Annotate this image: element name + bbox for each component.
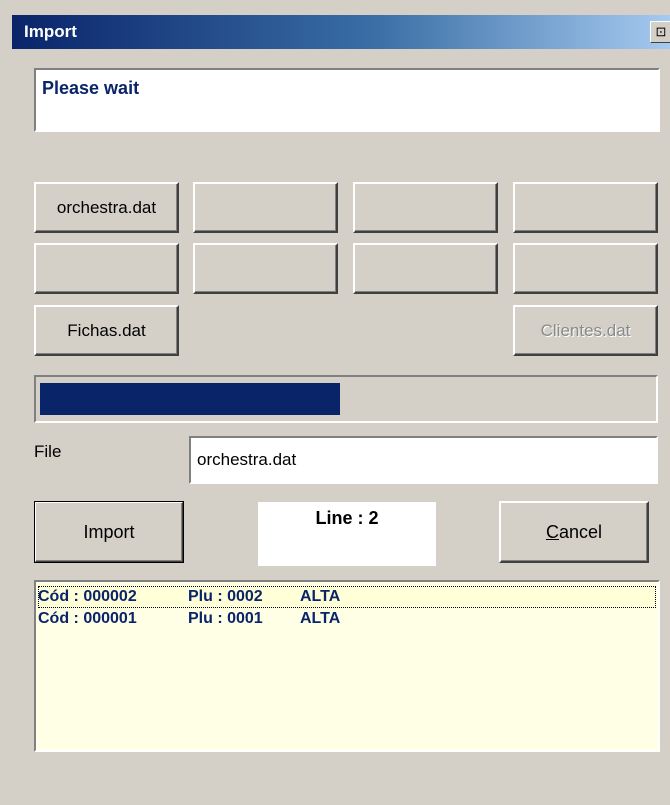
- list-item[interactable]: Cód : 000001 Plu : 0001 ALTA: [38, 608, 656, 630]
- import-button-label: Import: [83, 521, 135, 542]
- log-code: Cód : 000002: [38, 588, 137, 605]
- log-action: ALTA: [300, 610, 341, 627]
- cancel-button-label: Cancel: [545, 521, 603, 542]
- restore-window-icon[interactable]: ⊡: [650, 21, 670, 43]
- status-message: Please wait: [42, 78, 140, 98]
- file-button-empty[interactable]: [353, 182, 498, 233]
- log-code: Cód : 000001: [38, 610, 137, 627]
- file-input[interactable]: orchestra.dat: [189, 436, 658, 484]
- line-counter: Line : 2: [258, 502, 436, 566]
- progress-fill: [40, 383, 340, 415]
- cancel-button[interactable]: Cancel: [499, 501, 649, 563]
- list-item[interactable]: Cód : 000002 Plu : 0002 ALTA: [38, 586, 656, 608]
- import-button[interactable]: Import: [34, 501, 184, 563]
- file-button-empty[interactable]: [193, 243, 338, 294]
- log-action: ALTA: [300, 588, 341, 605]
- fichas-button[interactable]: Fichas.dat: [34, 305, 179, 356]
- file-label: File: [34, 442, 62, 461]
- file-button-empty[interactable]: [513, 243, 658, 294]
- status-panel: Please wait: [34, 68, 660, 132]
- progress-bar: [34, 375, 658, 423]
- file-button-empty[interactable]: [353, 243, 498, 294]
- file-button-empty[interactable]: [193, 182, 338, 233]
- file-button-empty[interactable]: [513, 182, 658, 233]
- title-bar[interactable]: Import ⊡: [12, 15, 670, 49]
- clientes-button[interactable]: Clientes.dat: [513, 305, 658, 356]
- log-plu: Plu : 0002: [188, 588, 263, 605]
- window-title: Import: [24, 22, 77, 41]
- import-dialog: Import ⊡ Please wait orchestra.dat Ficha…: [0, 0, 670, 805]
- file-button-empty[interactable]: [34, 243, 179, 294]
- line-counter-text: Line : 2: [315, 508, 379, 528]
- file-button-orchestra[interactable]: orchestra.dat: [34, 182, 179, 233]
- import-log-list[interactable]: Cód : 000002 Plu : 0002 ALTA Cód : 00000…: [34, 580, 660, 752]
- log-plu: Plu : 0001: [188, 610, 263, 627]
